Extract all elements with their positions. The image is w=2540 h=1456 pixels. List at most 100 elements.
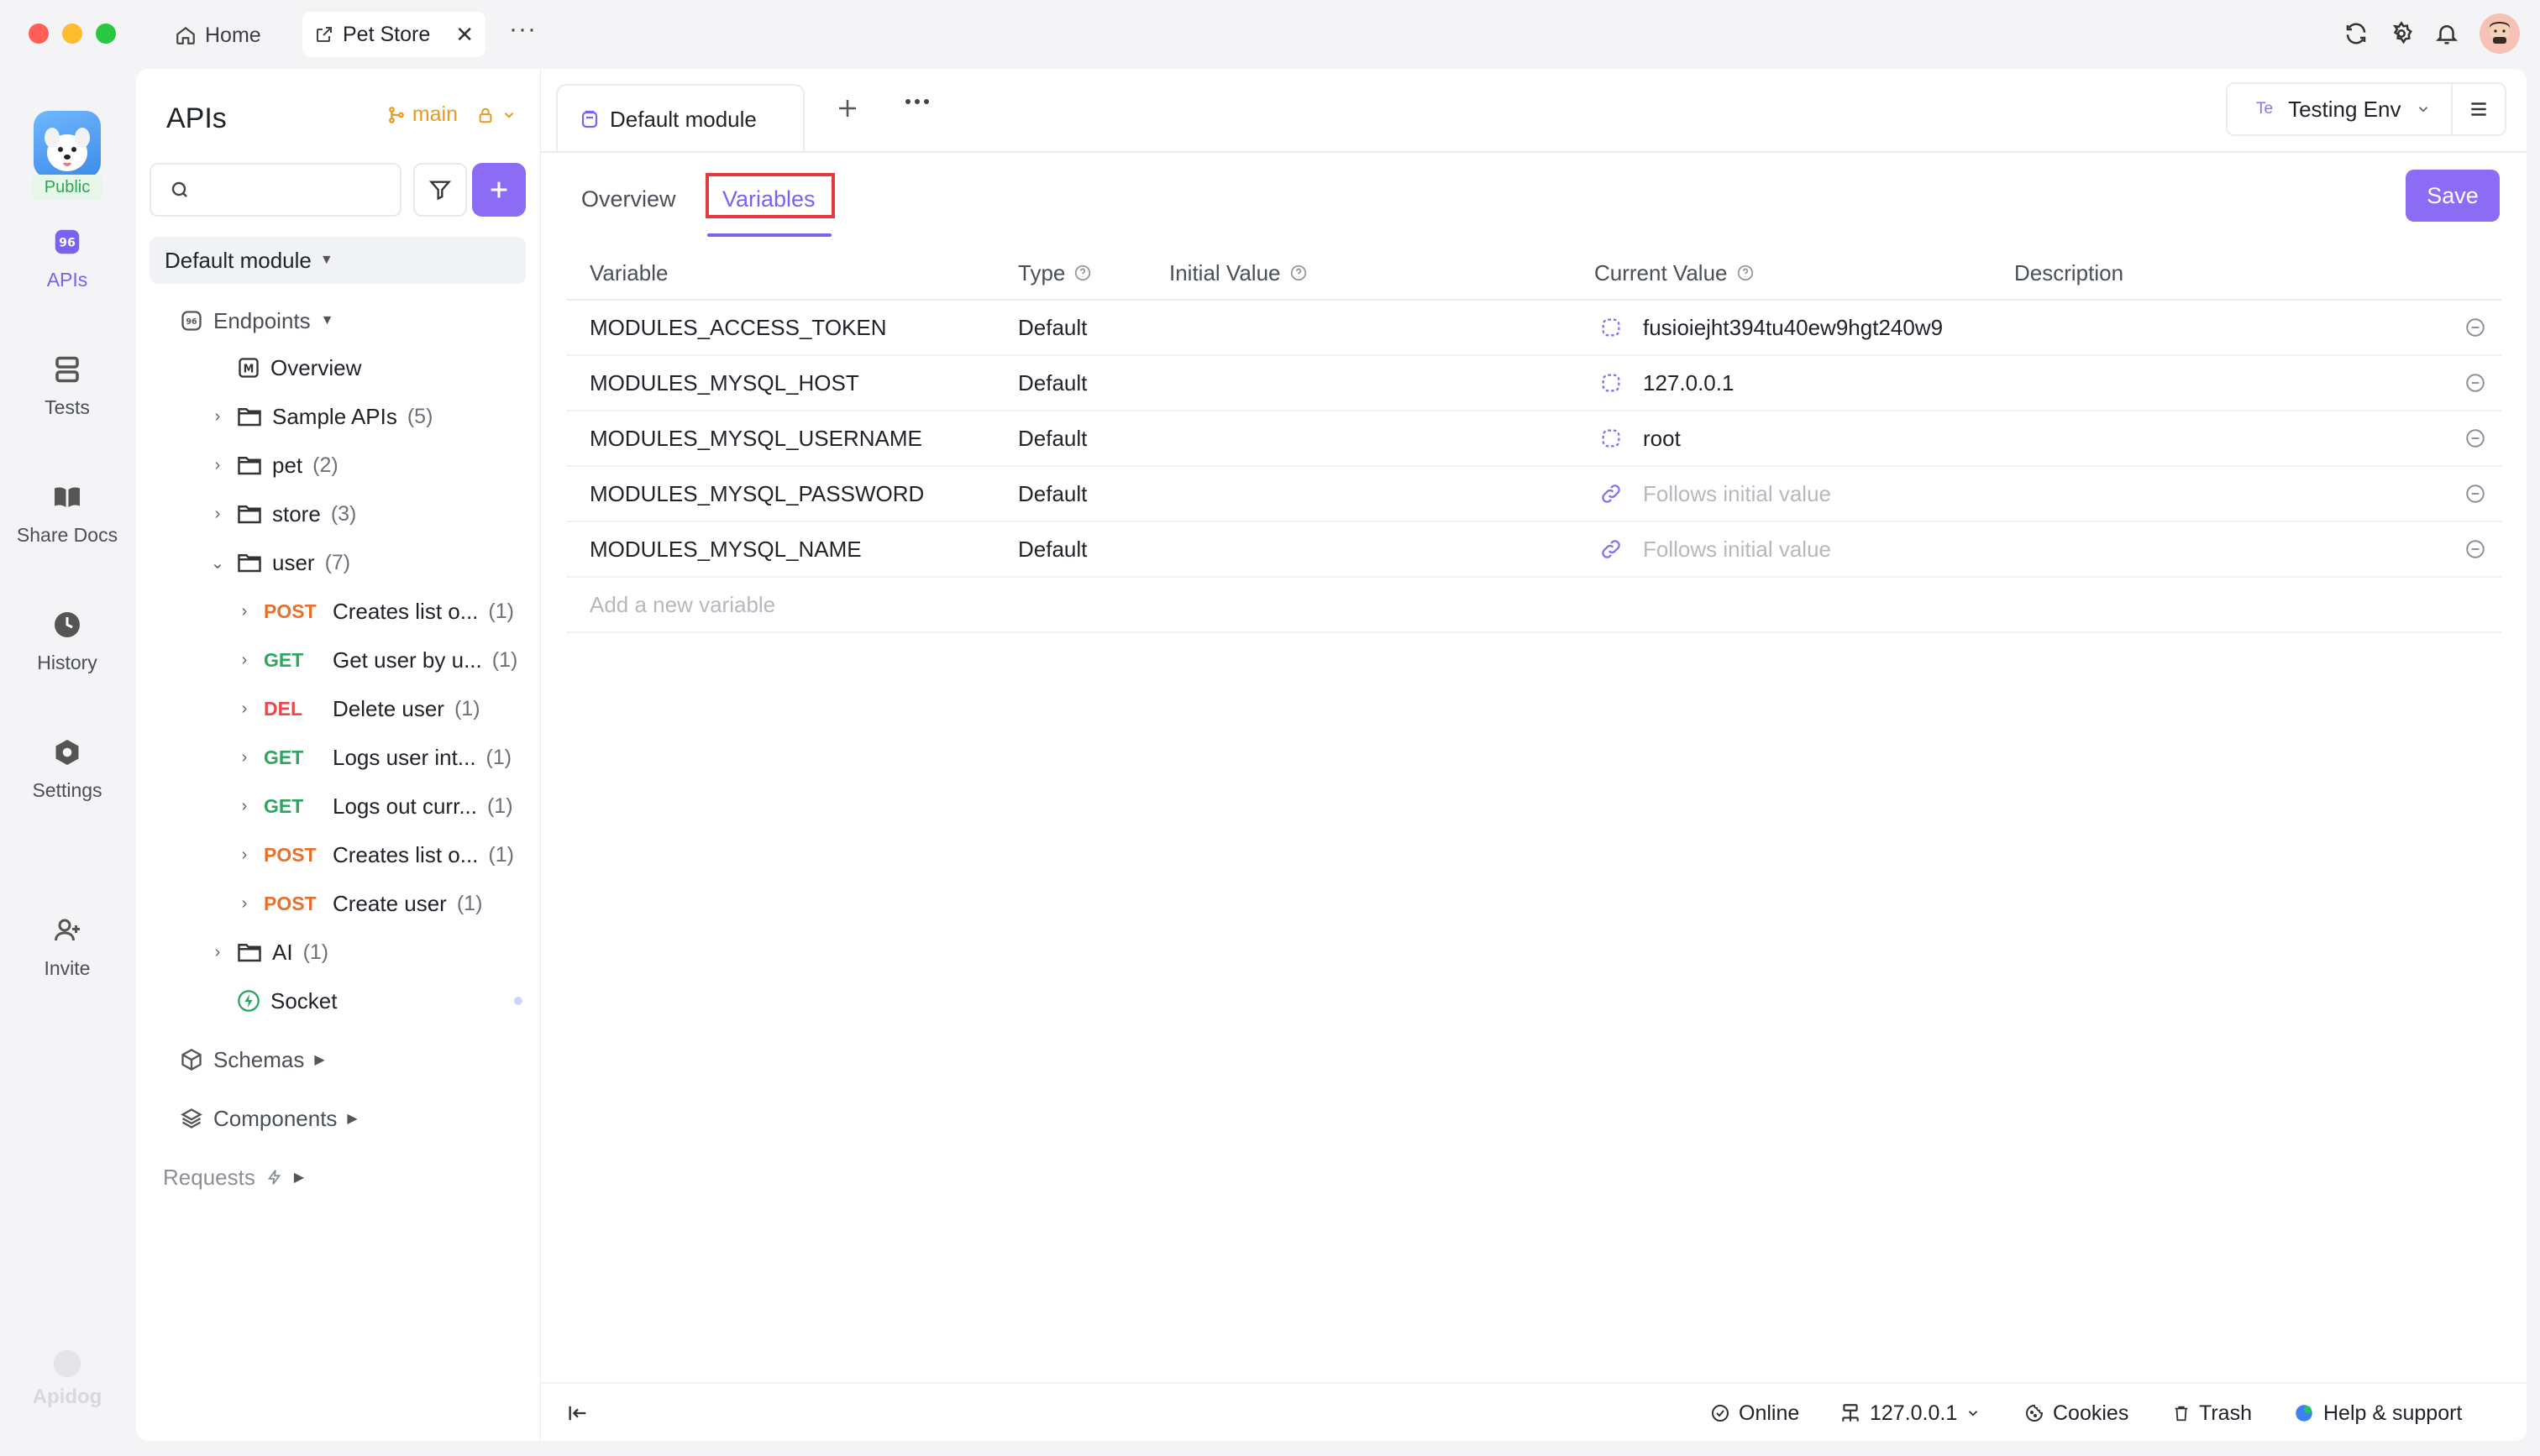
close-window-button[interactable] [29, 24, 49, 44]
components-section[interactable]: Components ▶ [180, 1098, 358, 1139]
rail-invite[interactable]: Invite [0, 912, 134, 980]
unlink-icon[interactable] [1599, 427, 1626, 450]
current-value-cell[interactable]: fusioiejht394tu40ew9hgt240w9 [1594, 301, 1943, 354]
help-circle-icon[interactable] [1736, 264, 1755, 282]
help-circle-icon[interactable] [1289, 264, 1308, 282]
endpoint-row[interactable]: › DEL Delete user (1) [235, 689, 480, 729]
minimize-window-button[interactable] [62, 24, 82, 44]
endpoint-count: (1) [488, 599, 514, 623]
remove-row-icon[interactable] [2464, 411, 2486, 465]
tab-pet-store[interactable]: Pet Store ✕ [302, 12, 485, 57]
current-value-cell[interactable]: Follows initial value [1594, 522, 1831, 576]
variable-name-cell[interactable]: MODULES_ACCESS_TOKEN [590, 301, 887, 354]
type-cell[interactable]: Default [1018, 522, 1087, 576]
trash-button[interactable]: Trash [2172, 1384, 2252, 1443]
rail-apis[interactable]: 96 APIs [0, 223, 134, 291]
help-circle-icon[interactable] [1073, 264, 1092, 282]
chevron-right-icon: › [214, 455, 221, 474]
add-variable-row[interactable]: Add a new variable [566, 578, 2501, 633]
tree-item-overview[interactable]: M Overview [237, 348, 361, 388]
rail-history[interactable]: History [0, 606, 134, 674]
folder-pet[interactable]: › pet (2) [208, 445, 338, 485]
endpoint-row[interactable]: › POST Creates list o... (1) [235, 591, 514, 631]
environment-selector[interactable]: Te Testing Env [2226, 82, 2453, 136]
tab-overview[interactable]: Overview [581, 186, 676, 212]
add-api-button[interactable] [472, 163, 526, 217]
current-value-cell[interactable]: Follows initial value [1594, 467, 1831, 521]
cube-icon [180, 1048, 203, 1071]
rail-tests[interactable]: Tests [0, 351, 134, 419]
remove-row-icon[interactable] [2464, 301, 2486, 354]
remove-row-icon[interactable] [2464, 356, 2486, 410]
unlink-icon[interactable] [1599, 371, 1626, 395]
user-avatar[interactable] [2480, 13, 2520, 54]
current-value-cell[interactable]: 127.0.0.1 [1594, 356, 1734, 410]
variable-name-cell[interactable]: MODULES_MYSQL_HOST [590, 356, 859, 410]
type-cell[interactable]: Default [1018, 411, 1087, 465]
close-tab-icon[interactable]: ✕ [455, 22, 474, 48]
type-cell[interactable]: Default [1018, 467, 1087, 521]
new-tab-button[interactable] [835, 96, 860, 121]
tree-item-socket[interactable]: Socket [237, 981, 522, 1021]
endpoint-row[interactable]: › POST Create user (1) [235, 883, 483, 924]
settings-gear-icon[interactable] [2389, 21, 2414, 46]
project-logo[interactable] [34, 111, 101, 178]
chevron-right-icon: › [214, 504, 221, 523]
help-chat-icon [2293, 1402, 2315, 1424]
folder-sample-apis[interactable]: › Sample APIs (5) [208, 396, 433, 437]
tab-default-module[interactable]: Default module [556, 84, 805, 153]
refresh-icon[interactable] [2343, 21, 2369, 46]
variable-name-cell[interactable]: MODULES_MYSQL_NAME [590, 522, 862, 576]
current-value-cell[interactable]: root [1594, 411, 1681, 465]
online-status[interactable]: Online [1710, 1384, 1799, 1443]
environment-menu-button[interactable] [2453, 82, 2506, 136]
branch-selector[interactable]: main [387, 102, 517, 127]
search-input[interactable] [150, 163, 401, 217]
endpoint-row[interactable]: › GET Logs user int... (1) [235, 737, 512, 778]
add-variable-input[interactable]: Add a new variable [590, 578, 775, 631]
folder-user[interactable]: ⌄ user (7) [208, 542, 351, 583]
variable-name-cell[interactable]: MODULES_MYSQL_PASSWORD [590, 467, 924, 521]
chevron-right-icon: › [241, 747, 248, 767]
table-row[interactable]: MODULES_MYSQL_NAME Default Follows initi… [566, 522, 2501, 578]
rail-settings[interactable]: Settings [0, 734, 134, 802]
more-options-button[interactable] [904, 97, 931, 106]
folder-store[interactable]: › store (3) [208, 494, 357, 534]
remove-row-icon[interactable] [2464, 522, 2486, 576]
endpoint-row[interactable]: › GET Logs out curr... (1) [235, 786, 513, 826]
save-button[interactable]: Save [2406, 170, 2500, 222]
collapse-sidebar-button[interactable] [566, 1384, 590, 1443]
bell-icon[interactable] [2434, 21, 2459, 46]
public-badge: Public [32, 175, 102, 200]
endpoint-count: (1) [488, 842, 514, 867]
rail-share-docs-label: Share Docs [16, 524, 118, 546]
endpoints-section[interactable]: 96 Endpoints ▼ [180, 301, 334, 341]
rail-share-docs[interactable]: Share Docs [0, 479, 134, 547]
schemas-section[interactable]: Schemas ▶ [180, 1040, 325, 1080]
filter-button[interactable] [413, 163, 467, 217]
cookies-button[interactable]: Cookies [2024, 1384, 2128, 1443]
table-row[interactable]: MODULES_MYSQL_PASSWORD Default Follows i… [566, 467, 2501, 522]
table-row[interactable]: MODULES_MYSQL_HOST Default 127.0.0.1 [566, 356, 2501, 411]
table-row[interactable]: MODULES_MYSQL_USERNAME Default root [566, 411, 2501, 467]
maximize-window-button[interactable] [96, 24, 116, 44]
link-icon[interactable] [1599, 537, 1626, 561]
endpoint-row[interactable]: › POST Creates list o... (1) [235, 835, 514, 875]
help-support-button[interactable]: Help & support [2293, 1384, 2462, 1443]
tab-home[interactable]: Home [175, 15, 261, 55]
rail-invite-label: Invite [44, 957, 91, 979]
tab-home-label: Home [205, 23, 261, 47]
type-cell[interactable]: Default [1018, 301, 1087, 354]
remove-row-icon[interactable] [2464, 467, 2486, 521]
variable-name-cell[interactable]: MODULES_MYSQL_USERNAME [590, 411, 922, 465]
unlink-icon[interactable] [1599, 316, 1626, 339]
folder-ai[interactable]: › AI (1) [208, 932, 328, 972]
endpoint-row[interactable]: › GET Get user by u... (1) [235, 640, 518, 680]
requests-section[interactable]: Requests ▶ [163, 1157, 304, 1197]
server-selector[interactable]: 127.0.0.1 [1839, 1384, 1981, 1443]
type-cell[interactable]: Default [1018, 356, 1087, 410]
module-selector[interactable]: Default module ▼ [150, 237, 526, 284]
more-tabs-button[interactable]: ··· [509, 15, 537, 49]
link-icon[interactable] [1599, 482, 1626, 505]
table-row[interactable]: MODULES_ACCESS_TOKEN Default fusioiejht3… [566, 301, 2501, 356]
